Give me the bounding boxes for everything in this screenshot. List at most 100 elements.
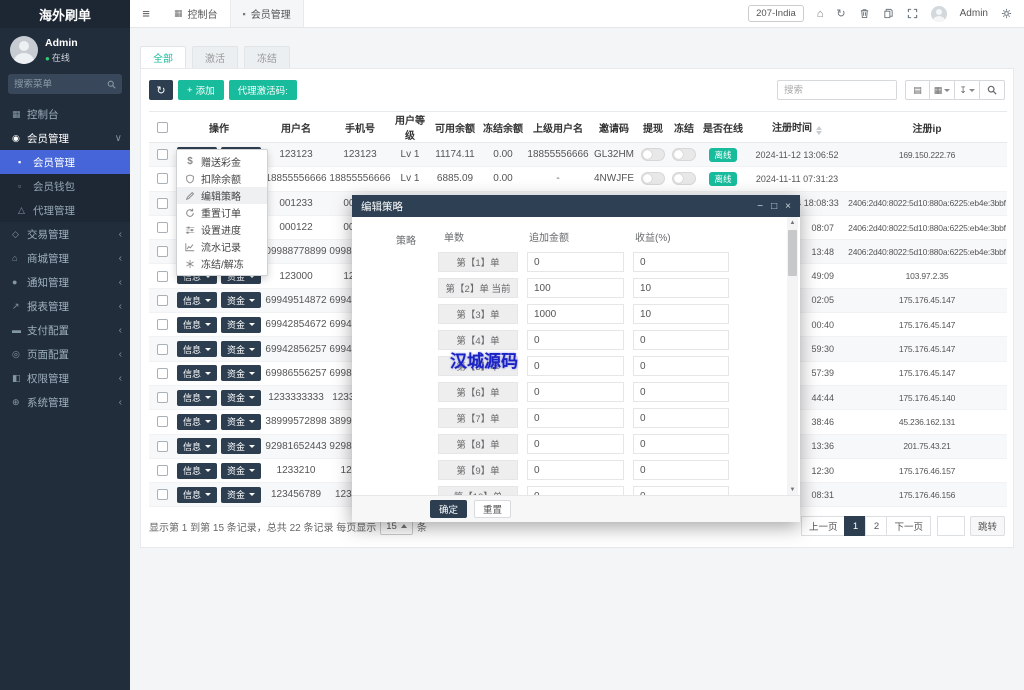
info-dropdown-button[interactable]: 信息: [176, 389, 217, 406]
minimize-icon[interactable]: −: [757, 201, 763, 212]
filter-tab-1[interactable]: 激活: [192, 46, 238, 68]
files-icon[interactable]: [883, 8, 894, 19]
select-all-checkbox[interactable]: [149, 111, 175, 143]
hamburger-icon[interactable]: ≡: [130, 0, 162, 27]
filter-tab-0[interactable]: 全部: [140, 46, 186, 68]
close-icon[interactable]: ×: [785, 201, 791, 212]
confirm-button[interactable]: 确定: [430, 500, 468, 518]
row-checkbox[interactable]: [156, 246, 168, 258]
info-dropdown-button[interactable]: 信息: [176, 438, 217, 455]
income-input[interactable]: [633, 408, 729, 428]
info-dropdown-button[interactable]: 信息: [176, 341, 217, 358]
sidebar-item-5[interactable]: ◇ 交易管理 ‹: [0, 222, 130, 246]
sort-icon[interactable]: [816, 126, 822, 135]
list-view-button[interactable]: ▤: [905, 80, 930, 100]
income-input[interactable]: [633, 356, 729, 376]
maximize-icon[interactable]: □: [771, 201, 777, 212]
row-menu-item-3[interactable]: 重置订单: [177, 204, 267, 221]
sidebar-search[interactable]: [8, 74, 122, 94]
table-search-input[interactable]: [777, 80, 897, 100]
row-menu-item-1[interactable]: 扣除余额: [177, 170, 267, 187]
income-input[interactable]: [633, 460, 729, 480]
nav-tab-0[interactable]: ▦ 控制台: [162, 0, 230, 27]
row-checkbox[interactable]: [156, 222, 168, 234]
row-menu-item-0[interactable]: $ 赠送彩金: [177, 153, 267, 170]
next-page-button[interactable]: 下一页: [886, 516, 931, 537]
sidebar-item-12[interactable]: ⊕ 系统管理 ‹: [0, 390, 130, 414]
row-checkbox[interactable]: [156, 294, 168, 306]
refresh-icon[interactable]: ↻: [836, 7, 845, 20]
row-checkbox[interactable]: [156, 416, 168, 428]
scroll-up-icon[interactable]: ▲: [787, 217, 798, 228]
scrollbar-thumb[interactable]: [788, 230, 797, 276]
row-checkbox[interactable]: [156, 489, 168, 501]
extra-amount-input[interactable]: [527, 304, 624, 324]
row-checkbox[interactable]: [156, 319, 168, 331]
row-menu-item-6[interactable]: 冻结/解冻: [177, 255, 267, 272]
info-dropdown-button[interactable]: 信息: [176, 413, 217, 430]
extra-amount-input[interactable]: [527, 486, 624, 495]
refresh-table-button[interactable]: ↻: [149, 80, 173, 100]
income-input[interactable]: [633, 252, 729, 272]
extra-amount-input[interactable]: [527, 278, 624, 298]
page-button-2[interactable]: 2: [865, 516, 888, 537]
withdraw-toggle[interactable]: [641, 148, 665, 162]
sidebar-item-10[interactable]: ◎ 页面配置 ‹: [0, 342, 130, 366]
sidebar-search-input[interactable]: [14, 78, 107, 90]
row-checkbox[interactable]: [156, 367, 168, 379]
sidebar-item-8[interactable]: ↗ 报表管理 ‹: [0, 294, 130, 318]
fullscreen-icon[interactable]: [907, 8, 918, 19]
income-input[interactable]: [633, 304, 729, 324]
info-dropdown-button[interactable]: 信息: [176, 292, 217, 309]
modal-titlebar[interactable]: 编辑策略 − □ ×: [352, 195, 800, 217]
funds-dropdown-button[interactable]: 资金: [221, 292, 262, 309]
row-checkbox[interactable]: [156, 343, 168, 355]
sidebar-item-4[interactable]: △ 代理管理: [0, 198, 130, 222]
nav-tab-1[interactable]: ▪ 会员管理: [229, 0, 304, 27]
extra-amount-input[interactable]: [527, 252, 624, 272]
extra-amount-input[interactable]: [527, 408, 624, 428]
row-checkbox[interactable]: [156, 440, 168, 452]
columns-button[interactable]: ▦: [930, 80, 955, 100]
funds-dropdown-button[interactable]: 资金: [221, 413, 262, 430]
col-header-11[interactable]: 注册时间: [747, 111, 847, 143]
income-input[interactable]: [633, 330, 729, 350]
row-checkbox[interactable]: [156, 173, 168, 185]
row-checkbox[interactable]: [156, 197, 168, 209]
row-checkbox[interactable]: [156, 149, 168, 161]
sidebar-item-9[interactable]: ▬ 支付配置 ‹: [0, 318, 130, 342]
row-checkbox[interactable]: [156, 465, 168, 476]
row-menu-item-5[interactable]: 流水记录: [177, 238, 267, 255]
search-toggle-button[interactable]: [980, 80, 1005, 100]
navbar-username[interactable]: Admin: [960, 8, 988, 19]
jump-button[interactable]: 跳转: [969, 516, 1005, 537]
freeze-toggle[interactable]: [672, 148, 696, 162]
sidebar-item-7[interactable]: ● 通知管理 ‹: [0, 270, 130, 294]
sidebar-item-2[interactable]: ▪ 会员管理: [0, 150, 130, 174]
prev-page-button[interactable]: 上一页: [800, 516, 846, 537]
funds-dropdown-button[interactable]: 资金: [221, 389, 262, 406]
funds-dropdown-button[interactable]: 资金: [221, 365, 262, 382]
income-input[interactable]: [633, 486, 729, 495]
sidebar-item-6[interactable]: ⌂ 商城管理 ‹: [0, 246, 130, 270]
info-dropdown-button[interactable]: 信息: [176, 462, 217, 479]
info-dropdown-button[interactable]: 信息: [176, 365, 217, 382]
row-checkbox[interactable]: [156, 392, 168, 404]
row-checkbox[interactable]: [156, 270, 168, 282]
income-input[interactable]: [633, 382, 729, 402]
extra-amount-input[interactable]: [527, 382, 624, 402]
row-menu-item-2[interactable]: 编辑策略: [177, 187, 267, 204]
sidebar-item-11[interactable]: ◧ 权限管理 ‹: [0, 366, 130, 390]
reset-button[interactable]: 重置: [474, 500, 512, 518]
funds-dropdown-button[interactable]: 资金: [221, 462, 262, 479]
sidebar-item-3[interactable]: ▫ 会员钱包: [0, 174, 130, 198]
withdraw-toggle[interactable]: [641, 172, 665, 186]
jump-page-input[interactable]: [936, 516, 965, 537]
navbar-avatar[interactable]: [930, 5, 947, 22]
modal-scrollbar[interactable]: ▲ ▼: [787, 217, 798, 495]
filter-tab-2[interactable]: 冻结: [244, 46, 290, 68]
sidebar-item-1[interactable]: ◉ 会员管理 ∨: [0, 126, 130, 150]
freeze-toggle[interactable]: [672, 172, 696, 186]
extra-amount-input[interactable]: [527, 356, 624, 376]
sidebar-item-0[interactable]: ▦ 控制台: [0, 102, 130, 126]
